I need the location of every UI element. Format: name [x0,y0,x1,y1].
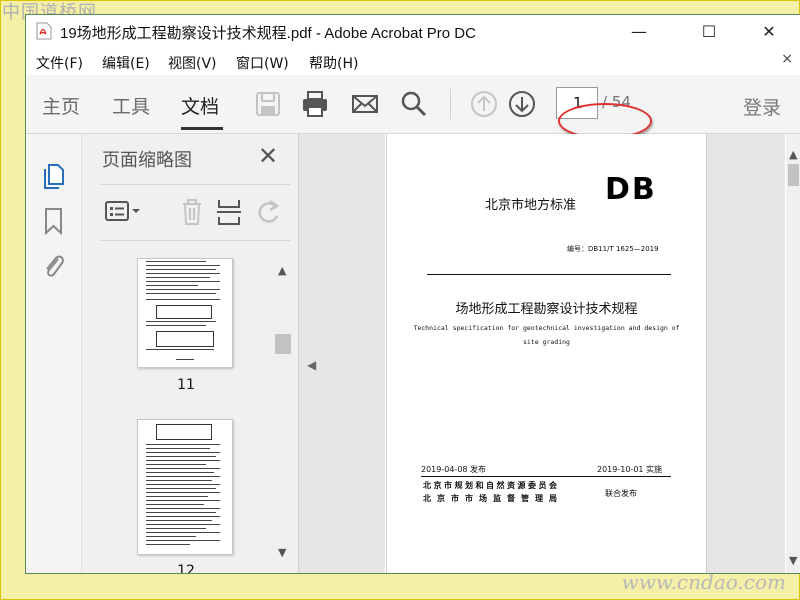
document-page: 北京市地方标准 DB 编号：DB11/T 1625—2019 场地形成工程勘察设… [386,134,707,573]
maximize-button[interactable]: ☐ [686,15,732,47]
panel-collapse-area: ◀ [299,134,385,573]
page-up-icon[interactable] [469,89,499,119]
menu-file[interactable]: 文件(F) [36,53,83,73]
page-thumbnail-label: 12 [177,563,195,574]
tab-document[interactable]: 文档 [181,92,219,119]
doc-english-title-line-2: site grading [523,338,570,346]
tab-tools[interactable]: 工具 [112,92,150,119]
left-navigation-strip [26,134,82,573]
page-thumbnail-label: 11 [177,377,195,393]
page-thumbnails-icon[interactable] [41,162,67,190]
doc-code: 编号：DB11/T 1625—2019 [567,245,659,253]
document-view: 北京市地方标准 DB 编号：DB11/T 1625—2019 场地形成工程勘察设… [386,134,785,573]
menu-bar: 文件(F) 编辑(E) 视图(V) 窗口(W) 帮助(H) × [26,47,800,75]
thumbnail-panel: 页面缩略图 ✕ 11 12 ▲ ▼ [82,134,299,573]
doc-english-title: Technical specification for geotechnical… [407,321,686,349]
search-icon[interactable] [399,89,429,119]
menu-help[interactable]: 帮助(H) [309,53,358,73]
panel-toolbar [100,184,290,241]
divider [421,476,671,477]
acrobat-window: 19场地形成工程勘察设计技术规程.pdf - Adobe Acrobat Pro… [25,14,800,574]
panel-title: 页面缩略图 [102,150,192,171]
login-button[interactable]: 登录 [743,93,781,120]
pdf-file-icon [36,22,52,40]
attachment-icon[interactable] [41,251,67,279]
document-scrollbar[interactable]: ▲ ▼ [786,134,800,573]
thumbnail-options-icon[interactable] [104,199,144,225]
scrollbar-thumb[interactable] [788,164,799,186]
doc-issue-date: 2019-04-08 发布 [421,465,487,474]
page-thumbnail-11[interactable] [137,258,233,368]
save-icon[interactable] [253,89,283,119]
menu-edit[interactable]: 编辑(E) [102,53,150,73]
doc-implementation-date: 2019-10-01 实施 [597,465,663,474]
menu-view[interactable]: 视图(V) [168,53,217,73]
doc-english-title-line-1: Technical specification for geotechnical… [413,324,680,332]
doc-title: 场地形成工程勘察设计技术规程 [455,302,638,317]
extract-pages-icon[interactable] [215,197,243,227]
scrollbar-thumb[interactable] [275,334,291,354]
email-icon[interactable] [350,89,380,119]
doc-issuer-1: 北京市规划和自然资源委员会 [423,481,560,490]
divider [427,274,671,275]
scroll-down-icon[interactable]: ▼ [789,554,797,567]
title-bar: 19场地形成工程勘察设计技术规程.pdf - Adobe Acrobat Pro… [26,15,800,47]
collapse-panel-icon[interactable]: ◀ [307,358,316,372]
close-document-icon[interactable]: × [781,51,793,67]
scroll-up-icon[interactable]: ▲ [278,264,286,277]
close-button[interactable]: ✕ [746,15,792,47]
menu-window[interactable]: 窗口(W) [236,53,289,73]
doc-db-logo: DB [605,172,657,207]
page-thumbnail-12[interactable] [137,419,233,555]
rotate-icon[interactable] [255,197,283,227]
thumbnail-scrollbar[interactable]: ▲ ▼ [275,254,291,569]
print-icon[interactable] [300,89,330,119]
doc-issuer-2: 北京市市场监督管理局 [423,494,563,503]
page-down-icon[interactable] [507,89,537,119]
tab-home[interactable]: 主页 [42,92,80,119]
doc-standard-header: 北京市地方标准 [485,198,577,213]
panel-close-icon[interactable]: ✕ [258,144,278,168]
toolbar-separator [450,89,451,119]
main-toolbar: 主页 工具 文档 1 / 54 登录 [26,75,800,139]
window-title: 19场地形成工程勘察设计技术规程.pdf - Adobe Acrobat Pro… [60,25,476,42]
scroll-up-icon[interactable]: ▲ [789,148,797,161]
scroll-down-icon[interactable]: ▼ [278,546,286,559]
minimize-button[interactable]: — [616,15,662,47]
delete-page-icon[interactable] [178,197,206,227]
bookmark-icon[interactable] [41,207,67,235]
doc-joint-release: 联合发布 [605,489,637,498]
active-tab-indicator [181,127,223,130]
